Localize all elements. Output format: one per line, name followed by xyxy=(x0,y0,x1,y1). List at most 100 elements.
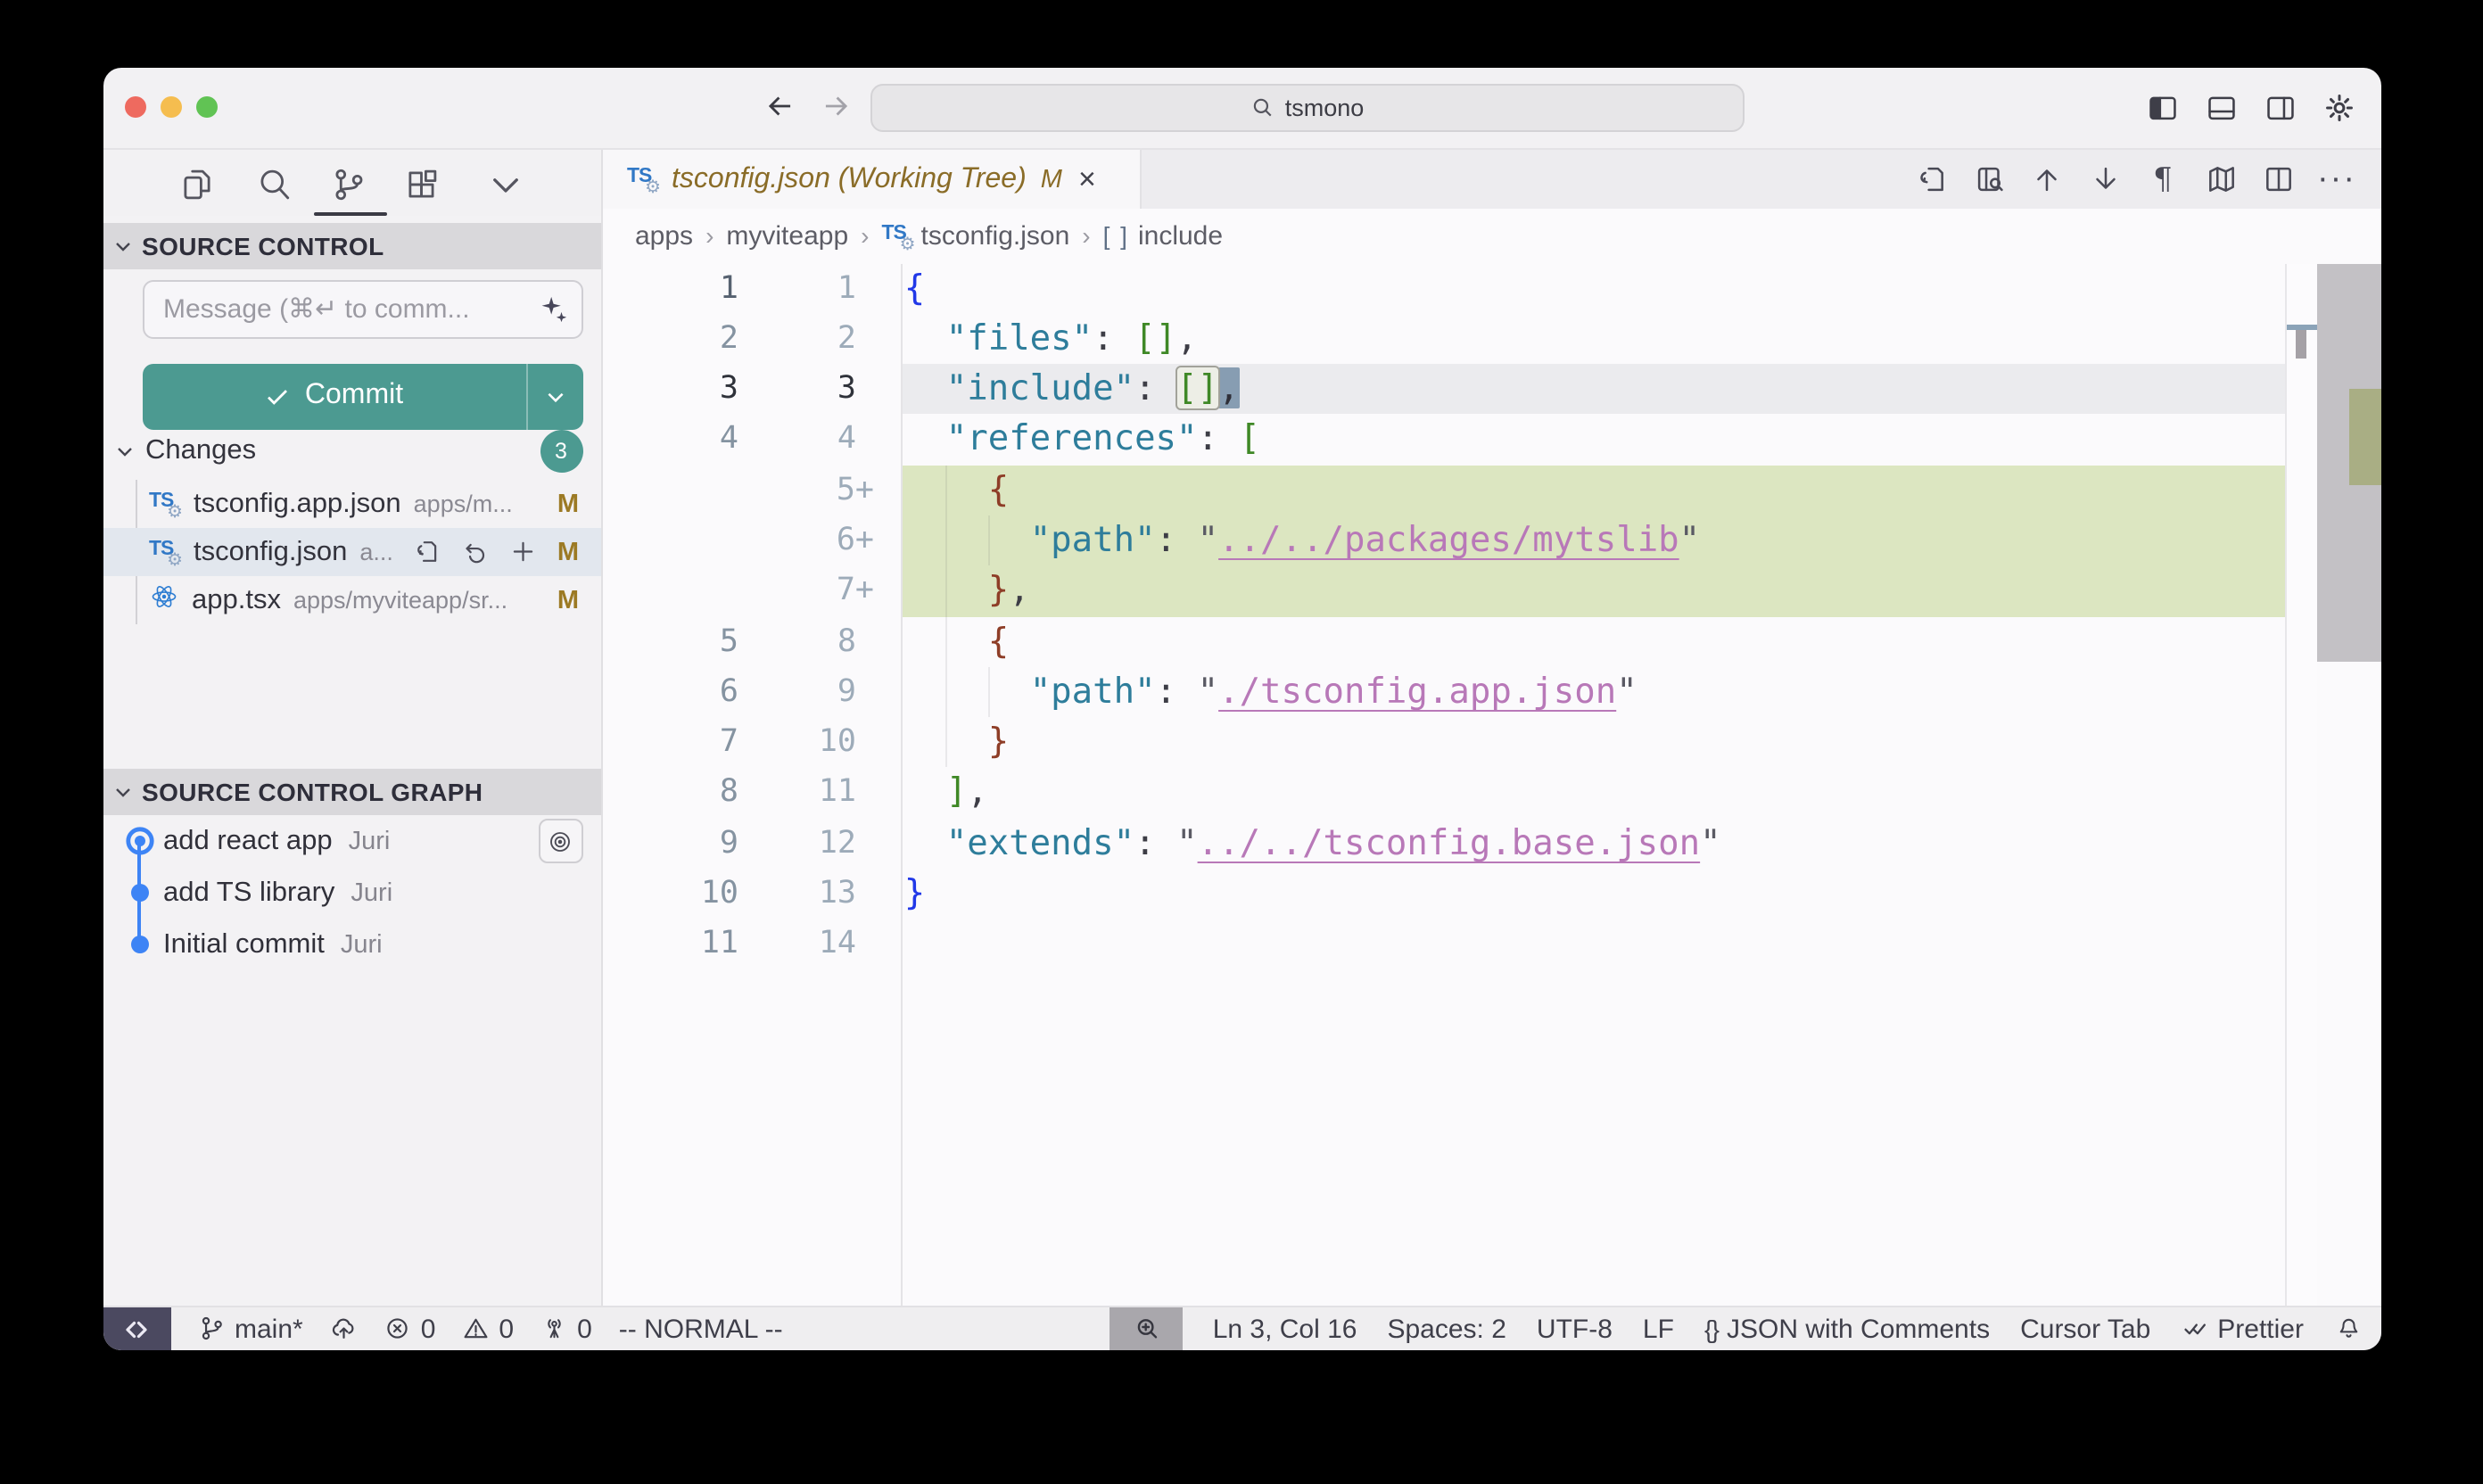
render-whitespace-icon[interactable]: ¶ xyxy=(2145,161,2181,197)
modified-line-number: 11 xyxy=(738,768,856,819)
changed-file-row[interactable]: TS⚙tsconfig.app.jsonapps/m...M xyxy=(103,480,600,528)
changes-section-header[interactable]: Changes 3 xyxy=(103,427,600,474)
modified-badge: M xyxy=(557,586,579,614)
code-line: 22 "files": [], xyxy=(602,314,2381,365)
open-file-icon[interactable] xyxy=(411,536,443,568)
activity-source-control-icon[interactable] xyxy=(327,162,370,205)
tab-close-icon[interactable]: × xyxy=(1078,164,1096,194)
source-control-graph-header[interactable]: SOURCE CONTROL GRAPH xyxy=(103,768,600,814)
code-text: { xyxy=(904,616,1009,667)
copilot-sparkle-icon[interactable] xyxy=(527,294,581,325)
previous-change-icon[interactable] xyxy=(2029,161,2065,197)
formatter-item[interactable]: Prettier xyxy=(2181,1314,2304,1344)
macos-close-button[interactable] xyxy=(124,95,146,118)
layout-sidebar-left-icon[interactable] xyxy=(2144,91,2180,127)
file-path: a... xyxy=(359,539,393,565)
discard-changes-icon[interactable] xyxy=(459,536,491,568)
eol-item[interactable]: LF xyxy=(1643,1314,1674,1344)
commit-message: add TS library xyxy=(163,877,334,909)
original-line-number: 7 xyxy=(602,717,738,768)
more-actions-icon[interactable]: ··· xyxy=(2319,161,2355,197)
next-change-icon[interactable] xyxy=(2087,161,2123,197)
layout-sidebar-right-icon[interactable] xyxy=(2262,91,2297,127)
code-text: "references": [ xyxy=(904,415,1260,466)
commit-dropdown-button[interactable] xyxy=(525,364,582,429)
ports-item[interactable]: 0 xyxy=(540,1314,592,1344)
checkout-target-button[interactable] xyxy=(538,819,582,863)
changed-file-row[interactable]: app.tsxapps/myviteapp/sr...M xyxy=(103,576,600,624)
code-line: 710 } xyxy=(602,717,2381,768)
commit-message-input[interactable] xyxy=(144,294,527,325)
language-item[interactable]: { }JSON with Comments xyxy=(1704,1314,1990,1344)
cursor-tab-item[interactable]: Cursor Tab xyxy=(2020,1314,2150,1344)
breadcrumb-item-tsconfig-json[interactable]: TS⚙tsconfig.json xyxy=(882,221,1070,251)
errors-item[interactable]: 0 xyxy=(384,1314,436,1344)
activity-extensions-icon[interactable] xyxy=(400,162,443,205)
stage-changes-icon[interactable] xyxy=(507,536,540,568)
activity-search-icon[interactable] xyxy=(252,162,294,205)
minimap[interactable] xyxy=(2284,263,2317,1306)
remote-item[interactable] xyxy=(103,1307,171,1350)
indentation-item[interactable]: Spaces: 2 xyxy=(1387,1314,1505,1344)
map-icon[interactable] xyxy=(2203,161,2239,197)
file-name: app.tsx xyxy=(192,584,281,616)
commit-button-main[interactable]: Commit xyxy=(142,381,525,413)
changes-label: Changes xyxy=(145,434,256,466)
modified-line-number: 9 xyxy=(738,667,856,718)
status-bar: main*000-- NORMAL -- Ln 3, Col 16Spaces:… xyxy=(103,1306,2381,1350)
code-text: }, xyxy=(904,566,1030,617)
changes-file-list: TS⚙tsconfig.app.jsonapps/m...MTS⚙tsconfi… xyxy=(103,480,600,624)
breadcrumb-item-apps[interactable]: apps xyxy=(635,221,693,251)
breadcrumb-separator: › xyxy=(861,222,869,251)
tsconfig-file-icon: TS⚙ xyxy=(627,166,657,193)
original-line-number: 8 xyxy=(602,768,738,819)
zoom-item[interactable] xyxy=(1110,1307,1183,1350)
commit-dot-icon xyxy=(124,878,154,908)
modified-line-number: 3 xyxy=(738,364,856,415)
macos-minimize-button[interactable] xyxy=(160,95,182,118)
encoding-item[interactable]: UTF-8 xyxy=(1537,1314,1613,1344)
commit-row[interactable]: add react appJuri xyxy=(103,815,600,867)
tsconfig-file-icon: TS⚙ xyxy=(149,491,179,517)
cursor-position-item[interactable]: Ln 3, Col 16 xyxy=(1213,1314,1357,1344)
modified-line-number: 14 xyxy=(738,919,856,970)
navigate-forward-icon[interactable] xyxy=(816,87,855,126)
vim-mode-item[interactable]: -- NORMAL -- xyxy=(619,1314,783,1344)
command-center-search[interactable]: tsmono xyxy=(870,83,1745,131)
warnings-item[interactable]: 0 xyxy=(462,1314,514,1344)
code-line: 58 { xyxy=(602,616,2381,667)
split-editor-icon[interactable] xyxy=(2261,161,2297,197)
publish-item[interactable] xyxy=(330,1315,358,1343)
code-text: } xyxy=(904,717,1009,768)
inline-view-icon[interactable] xyxy=(1971,161,2007,197)
diff-editor[interactable]: 11{22 "files": [],33 "include": [],44 "r… xyxy=(602,263,2381,1306)
modified-line-number: 10 xyxy=(738,717,856,768)
source-control-header[interactable]: SOURCE CONTROL xyxy=(103,222,600,268)
commit-message: add react app xyxy=(163,825,333,857)
breadcrumb-item-myviteapp[interactable]: myviteapp xyxy=(726,221,848,251)
commit-row[interactable]: Initial commitJuri xyxy=(103,919,600,970)
commit-dot-icon xyxy=(124,929,154,960)
minimap-mark-vertical xyxy=(2295,330,2306,359)
changed-file-row[interactable]: TS⚙tsconfig.jsona...M xyxy=(103,528,600,576)
tsconfig-file-icon: TS⚙ xyxy=(149,539,179,565)
layout-panel-icon[interactable] xyxy=(2203,91,2239,127)
search-icon xyxy=(1251,95,1274,119)
modified-line-number: 4 xyxy=(738,415,856,466)
breadcrumb-item-include[interactable]: [ ]include xyxy=(1103,221,1223,251)
open-changes-icon[interactable] xyxy=(1913,161,1949,197)
notifications-item[interactable] xyxy=(2334,1315,2362,1343)
commit-button[interactable]: Commit xyxy=(142,364,582,429)
macos-maximize-button[interactable] xyxy=(195,95,218,118)
navigate-back-icon[interactable] xyxy=(761,87,800,126)
code-line: 5+ { xyxy=(602,465,2381,515)
breadcrumb-separator: › xyxy=(705,222,714,251)
commit-row[interactable]: add TS libraryJuri xyxy=(103,867,600,919)
tab-tsconfig-working-tree[interactable]: TS⚙ tsconfig.json (Working Tree) M × xyxy=(602,150,1142,209)
modified-line-number: 7+ xyxy=(738,566,874,617)
activity-explorer-icon[interactable] xyxy=(176,162,219,205)
activity-views-chevron-icon[interactable] xyxy=(483,162,526,205)
file-actions xyxy=(411,536,540,568)
settings-gear-icon[interactable] xyxy=(2321,91,2356,127)
branch-item[interactable]: main* xyxy=(198,1314,303,1344)
